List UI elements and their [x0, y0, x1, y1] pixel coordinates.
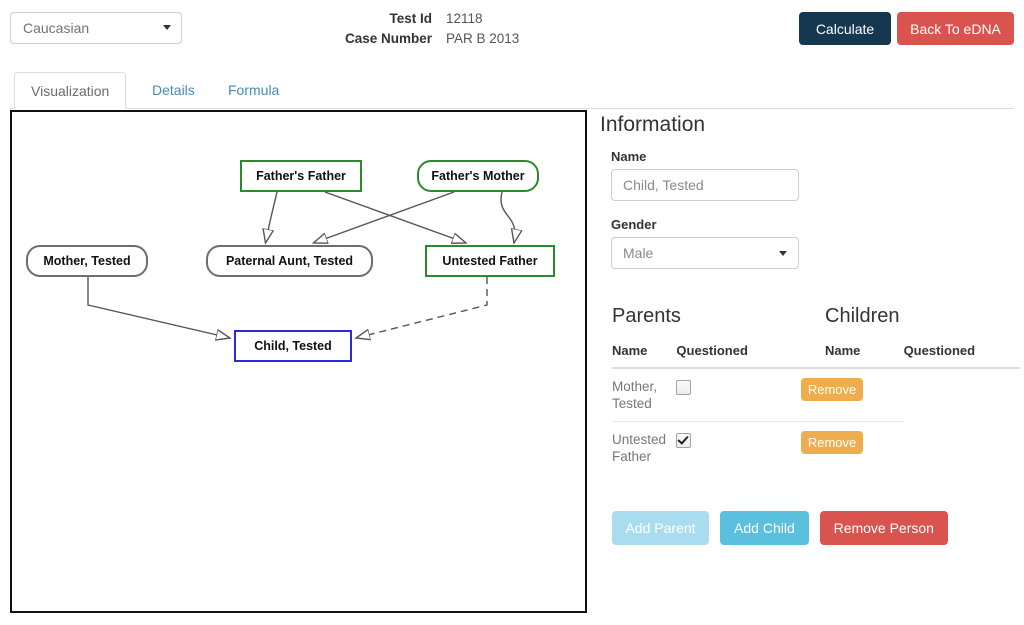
back-to-edna-button[interactable]: Back To eDNA	[897, 12, 1014, 45]
tab-formula[interactable]: Formula	[212, 72, 295, 109]
pedigree-node-father[interactable]: Untested Father	[425, 245, 555, 277]
parents-col-questioned: Questioned	[676, 335, 802, 369]
pedigree-edge	[500, 191, 515, 243]
add-child-button[interactable]: Add Child	[719, 511, 809, 545]
pedigree-node-label: Child, Tested	[254, 339, 332, 353]
children-col-questioned: Questioned	[903, 335, 1020, 369]
pedigree-node-label: Untested Father	[442, 254, 538, 268]
pedigree-node-label: Paternal Aunt, Tested	[225, 254, 354, 268]
case-meta: Test Id 12118 Case Number PAR B 2013	[300, 9, 600, 49]
pedigree-node-ff[interactable]: Father's Father	[240, 160, 362, 192]
pedigree-node-aunt[interactable]: Paternal Aunt, Tested	[206, 245, 373, 277]
information-panel: Information Name Gender Male	[600, 113, 1014, 269]
name-input[interactable]	[611, 169, 799, 201]
parent-questioned-checkbox[interactable]	[676, 433, 692, 448]
gender-value: Male	[623, 245, 654, 261]
children-header-row: Name Questioned	[825, 335, 1020, 369]
tab-details[interactable]: Details	[136, 72, 211, 109]
tab-bar: Visualization Details Formula	[10, 72, 1014, 109]
pedigree-canvas[interactable]: Father's Father Father's Mother Mother, Te…	[10, 110, 587, 613]
case-number-value: PAR B 2013	[446, 31, 520, 46]
children-table: Name Questioned	[825, 335, 1020, 369]
pedigree-node-mother[interactable]: Mother, Tested	[26, 245, 148, 277]
gender-label: Gender	[611, 217, 657, 232]
add-parent-button[interactable]: Add Parent	[612, 511, 709, 545]
tab-visualization[interactable]: Visualization	[14, 72, 127, 109]
pedigree-node-child[interactable]: Child, Tested	[234, 330, 352, 362]
pedigree-edge	[356, 277, 488, 338]
parent-name: Mother, Tested	[612, 379, 658, 411]
meta-row-test-id: Test Id 12118	[300, 9, 600, 29]
parents-heading: Parents	[612, 305, 681, 327]
gender-select[interactable]: Male	[611, 237, 799, 269]
parents-col-name: Name	[612, 335, 677, 369]
parent-questioned-checkbox[interactable]	[676, 380, 692, 395]
information-title: Information	[600, 113, 706, 136]
ethnicity-value: Caucasian	[23, 20, 90, 36]
parent-name: Untested Father	[612, 421, 677, 474]
pedigree-edge	[314, 191, 455, 243]
pedigree-node-label: Mother, Tested	[43, 254, 131, 268]
pedigree-edge	[266, 191, 278, 243]
pedigree-node-label: Father's Mother	[431, 169, 525, 183]
pedigree-edge	[87, 277, 230, 338]
meta-row-case-number: Case Number PAR B 2013	[300, 29, 600, 49]
remove-parent-button[interactable]: Remove	[801, 378, 864, 401]
relations-headings: Parents Children	[600, 305, 1020, 335]
children-heading: Children	[825, 305, 900, 327]
chevron-down-icon	[779, 251, 787, 256]
test-id-label: Test Id	[389, 11, 432, 26]
remove-parent-button[interactable]: Remove	[801, 431, 864, 454]
remove-person-button[interactable]: Remove Person	[819, 511, 948, 545]
pedigree-node-fm[interactable]: Father's Mother	[417, 160, 539, 192]
children-col-name: Name	[825, 335, 904, 369]
person-actions: Add Parent Add Child Remove Person	[612, 511, 955, 545]
chevron-down-icon	[163, 25, 171, 30]
pedigree-node-label: Father's Father	[256, 169, 346, 183]
test-id-value: 12118	[446, 11, 483, 26]
name-label: Name	[611, 149, 647, 164]
pedigree-edge	[324, 191, 466, 243]
relations-section: Parents Children Name Questioned Mother,…	[600, 305, 1020, 474]
ethnicity-select[interactable]: Caucasian	[10, 12, 182, 44]
table-row: Untested Father Remove	[612, 421, 905, 474]
calculate-button[interactable]: Calculate	[799, 12, 891, 45]
case-number-label: Case Number	[344, 31, 432, 46]
page-header: Caucasian Test Id 12118 Case Number PAR …	[0, 0, 1024, 58]
table-row: Mother, Tested Remove	[612, 368, 905, 422]
